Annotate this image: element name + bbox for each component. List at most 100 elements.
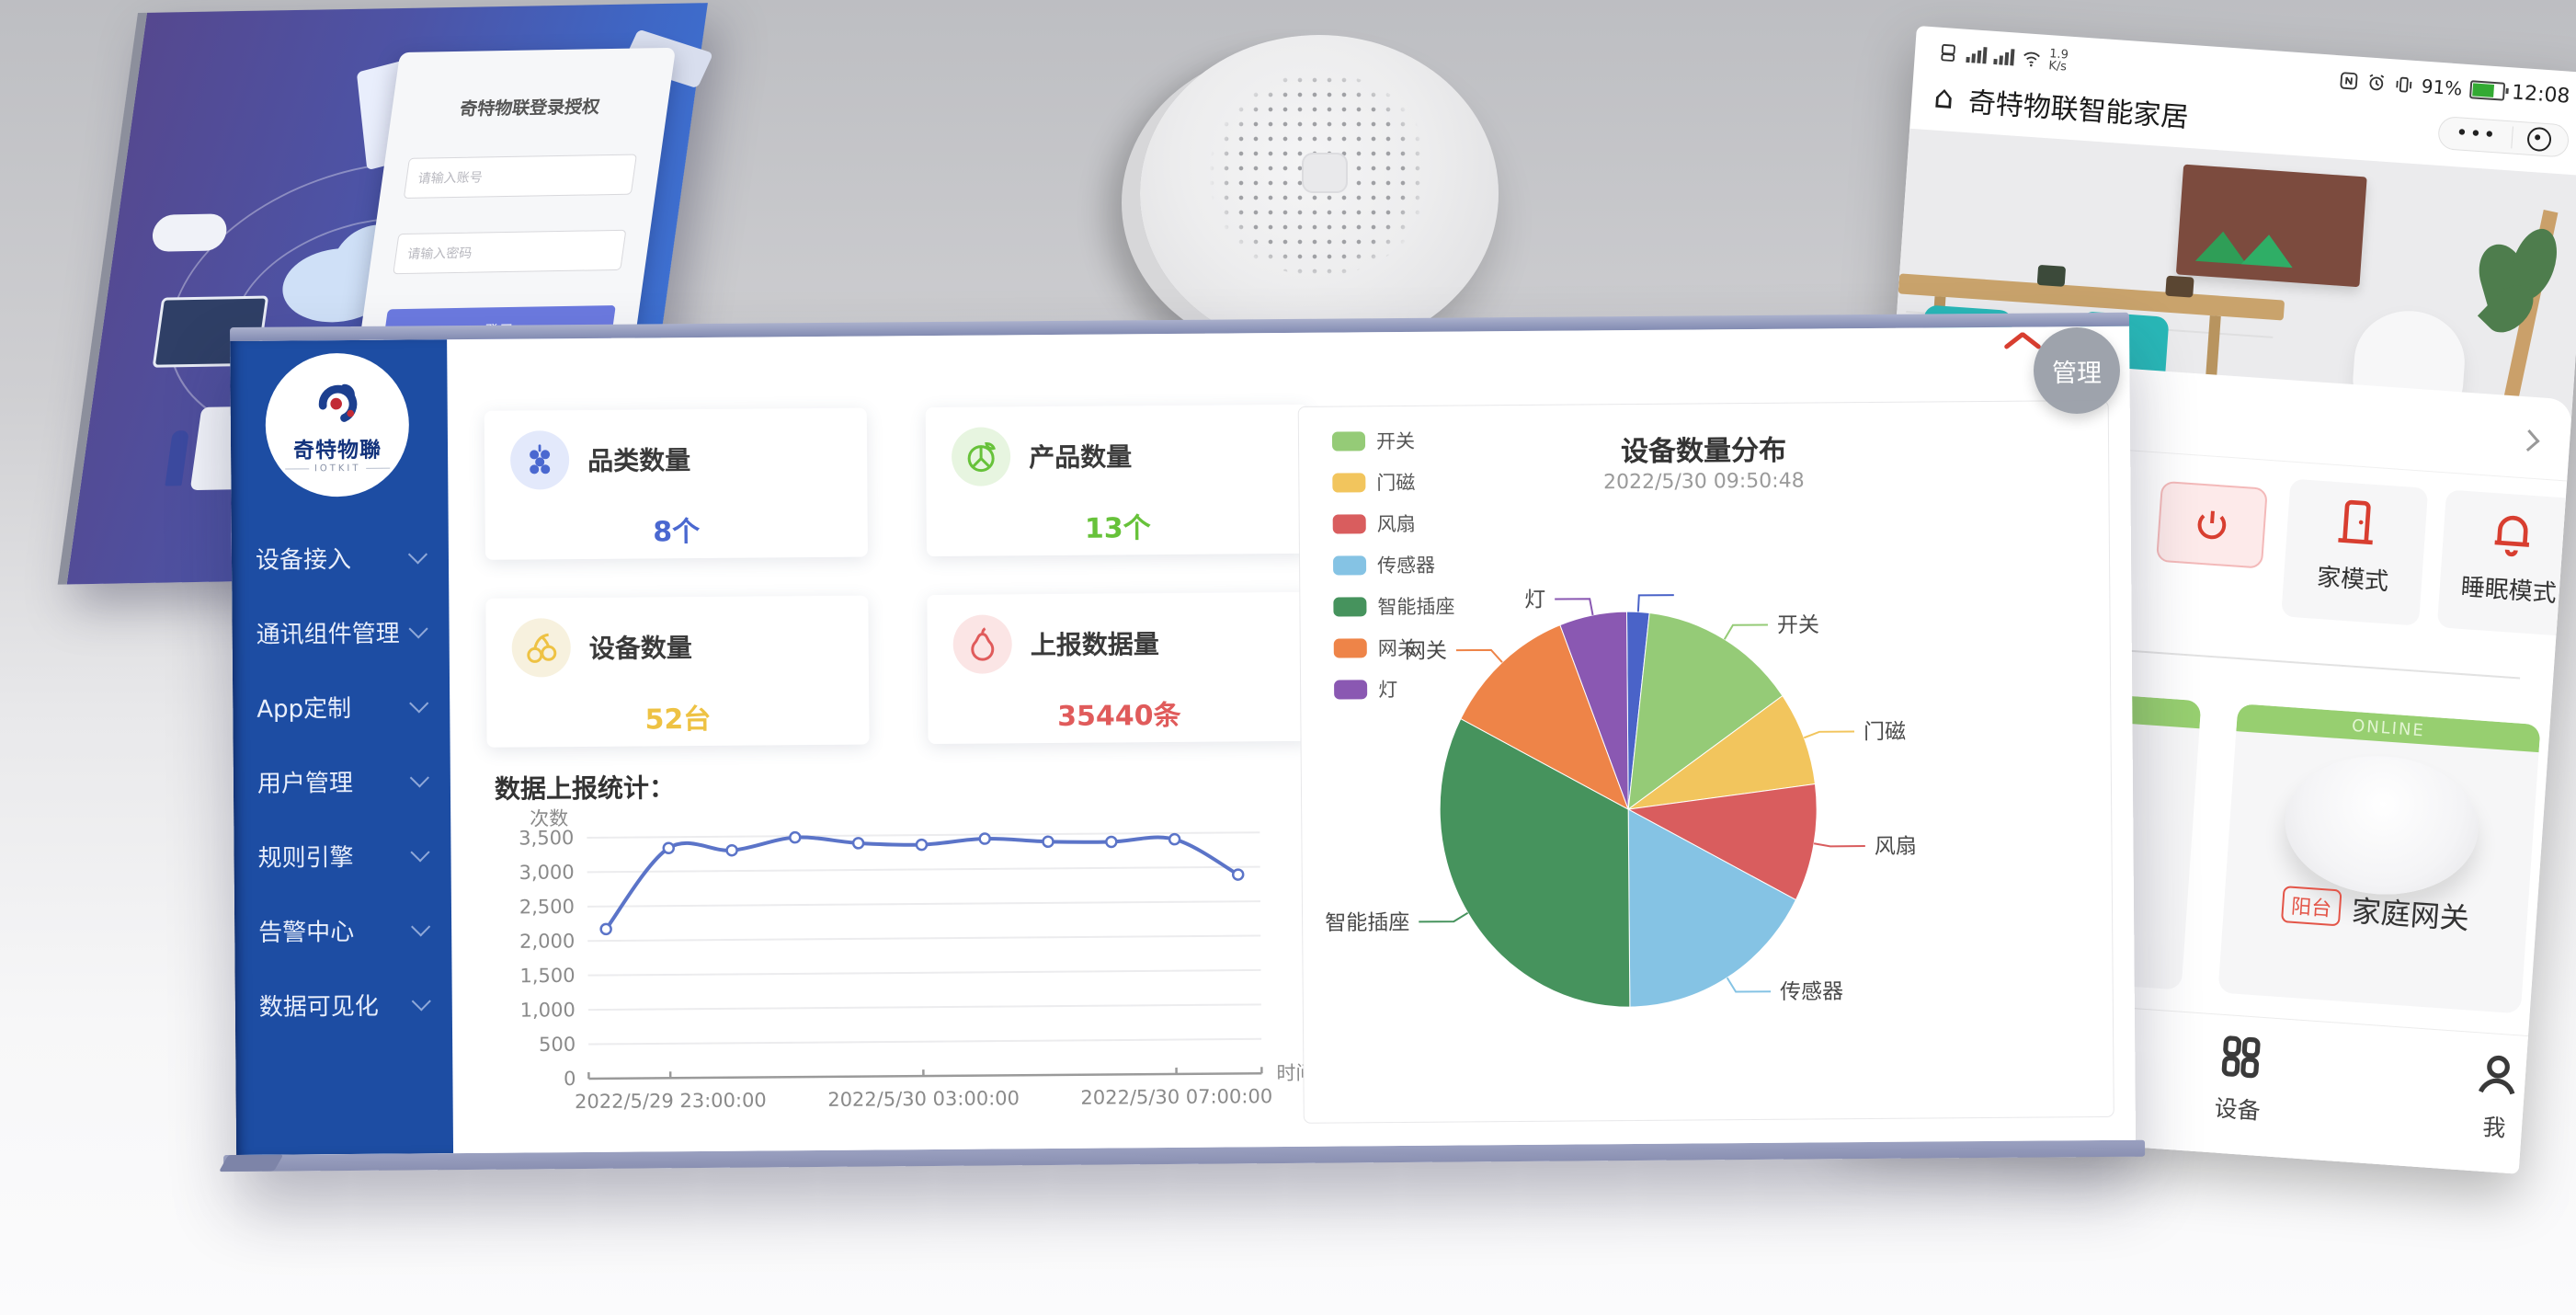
svg-text:2,500: 2,500: [519, 896, 575, 918]
more-menu-icon[interactable]: •••: [2456, 123, 2498, 146]
svg-text:1,500: 1,500: [519, 965, 575, 987]
stat-value: 35440条: [953, 692, 1284, 735]
legend-item[interactable]: 开关: [1332, 427, 1453, 455]
grid-icon: [2216, 1032, 2267, 1083]
scene-card-home-mode[interactable]: 家模式: [2281, 479, 2428, 626]
marketing-composite: 奇特物联登录授权 登录 1.9K/s 91%: [0, 0, 2576, 1315]
login-title: 奇特物联登录授权: [415, 92, 646, 120]
signal-bars-icon: [1966, 46, 1987, 63]
svg-text:3,500: 3,500: [519, 827, 574, 849]
tab-me[interactable]: 我: [2429, 1046, 2564, 1148]
svg-text:3,000: 3,000: [519, 862, 574, 884]
svg-text:智能插座: 智能插座: [1325, 910, 1409, 935]
account-input[interactable]: [404, 154, 637, 199]
stat-value: 13个: [952, 504, 1283, 547]
battery-icon: [2469, 80, 2505, 101]
close-circle-icon[interactable]: [2526, 127, 2552, 153]
cherries-icon: [511, 618, 571, 678]
vibrate-icon: [2393, 74, 2414, 95]
logo-title: 奇特物聯: [293, 431, 382, 463]
svg-text:500: 500: [539, 1034, 576, 1056]
stat-label: 品类数量: [587, 440, 690, 478]
scene-card-label: 家模式: [2283, 555, 2422, 599]
stat-label: 上报数据量: [1031, 624, 1159, 662]
mug: [2165, 276, 2194, 298]
user-icon: [2472, 1049, 2524, 1101]
stat-value: 8个: [511, 508, 842, 551]
pear-icon: [952, 614, 1012, 674]
svg-text:2022/5/29 23:00:00: 2022/5/29 23:00:00: [575, 1089, 767, 1113]
scene-card-power[interactable]: [2156, 481, 2268, 569]
battery-percent: 91%: [2421, 74, 2463, 99]
sidebar-item-alert-center[interactable]: 告警中心: [234, 892, 452, 968]
stat-label: 产品数量: [1029, 437, 1132, 475]
stat-card-products: 产品数量 13个: [926, 405, 1309, 556]
sidebar-item-device-access[interactable]: 设备接入: [232, 520, 450, 596]
admin-dashboard-window: 奇特物聯 IOTKIT 设备接入 通讯组件管理 App定制 用户管理 规则引擎 …: [230, 313, 2136, 1172]
gamepad-illustration: [150, 213, 229, 252]
sidebar: 奇特物聯 IOTKIT 设备接入 通讯组件管理 App定制 用户管理 规则引擎 …: [230, 339, 453, 1155]
brand-logo: 奇特物聯 IOTKIT: [265, 352, 409, 497]
smart-speaker-device: [1140, 35, 1499, 352]
gateway-device-image: [2281, 749, 2483, 900]
sidebar-item-data-visualization[interactable]: 数据可见化: [234, 966, 452, 1043]
scene-card-label: 睡眠模式: [2439, 566, 2576, 610]
bell-icon: [2485, 506, 2540, 561]
sidebar-item-user-mgmt[interactable]: 用户管理: [234, 743, 451, 819]
person-illustration: [165, 430, 188, 486]
svg-text:2022/5/30 03:00:00: 2022/5/30 03:00:00: [827, 1087, 1020, 1111]
report-line-chart: 05001,0001,5002,0002,5003,0003,500次数2022…: [478, 797, 1308, 1135]
room-tag: 阳台: [2281, 886, 2342, 926]
svg-text:2022/5/30 07:00:00: 2022/5/30 07:00:00: [1080, 1085, 1272, 1109]
svg-text:灯: 灯: [1524, 589, 1545, 612]
app-title: 奇特物联智能家居: [1967, 79, 2190, 135]
wifi-icon: [2021, 48, 2042, 69]
dashboard-main: 品类数量 8个 产品数量 13个: [447, 326, 2136, 1153]
home-icon[interactable]: ⌂: [1932, 82, 1955, 114]
logo-subtitle: IOTKIT: [285, 463, 391, 474]
scene-card-sleep-mode[interactable]: 睡眠模式: [2437, 489, 2576, 636]
svg-text:风扇: 风扇: [1875, 835, 1917, 859]
scene-manage-badge[interactable]: 管理: [2034, 327, 2120, 414]
chevron-right-icon: [2518, 429, 2540, 452]
device-name: 家庭网关: [2351, 887, 2471, 938]
nfc-icon: [2338, 70, 2359, 91]
tab-label: 我: [2429, 1105, 2559, 1148]
password-input[interactable]: [393, 230, 626, 274]
svg-text:1,000: 1,000: [520, 999, 576, 1021]
svg-text:2,000: 2,000: [519, 930, 575, 952]
legend-item[interactable]: 门磁: [1332, 468, 1453, 497]
sidebar-item-app-custom[interactable]: App定制: [233, 669, 450, 745]
stat-card-devices: 设备数量 52台: [485, 596, 869, 748]
signal-bars-icon: [1993, 48, 2014, 65]
tab-devices[interactable]: 设备: [2172, 1029, 2308, 1130]
device-card-gateway[interactable]: ONLINE 阳台 家庭网关: [2217, 703, 2540, 1013]
grapes-icon: [510, 430, 570, 490]
home-mode-icon: [2330, 495, 2385, 550]
stat-card-reported-data: 上报数据量 35440条: [927, 592, 1310, 744]
chevron-down-icon: [408, 619, 427, 638]
chevron-down-icon: [410, 768, 429, 787]
chevron-down-icon: [410, 842, 429, 862]
stat-label: 设备数量: [589, 628, 692, 666]
svg-text:0: 0: [564, 1068, 576, 1090]
svg-text:传感器: 传感器: [1780, 980, 1843, 1005]
svg-text:开关: 开关: [1777, 613, 1819, 637]
legend-chip: [1332, 431, 1365, 451]
legend-chip: [1332, 473, 1365, 492]
pie-chart-card: 设备数量分布 2022/5/30 09:50:48 开关 门磁 风扇 传感器 智…: [1298, 400, 2114, 1124]
sidebar-menu: 设备接入 通讯组件管理 App定制 用户管理 规则引擎 告警中心 数据可见化: [232, 520, 452, 1043]
svg-text:门磁: 门磁: [1864, 720, 1906, 744]
device-distribution-pie: 开关门磁风扇传感器智能插座网关灯: [1300, 502, 2114, 1115]
tab-label: 设备: [2172, 1087, 2303, 1129]
stat-value: 52台: [512, 695, 843, 738]
speaker-logo-cap: [1302, 153, 1348, 193]
sidebar-item-rule-engine[interactable]: 规则引擎: [234, 818, 451, 894]
sim-card-icon: [1938, 42, 1959, 63]
hidden-scene-roof-icon: [2000, 327, 2041, 351]
status-time: 12:08: [2511, 81, 2570, 108]
stat-card-categories: 品类数量 8个: [484, 408, 868, 560]
chevron-down-icon: [408, 544, 427, 564]
miniprogram-capsule: •••: [2437, 116, 2570, 158]
sidebar-item-comm-components[interactable]: 通讯组件管理: [232, 594, 450, 670]
